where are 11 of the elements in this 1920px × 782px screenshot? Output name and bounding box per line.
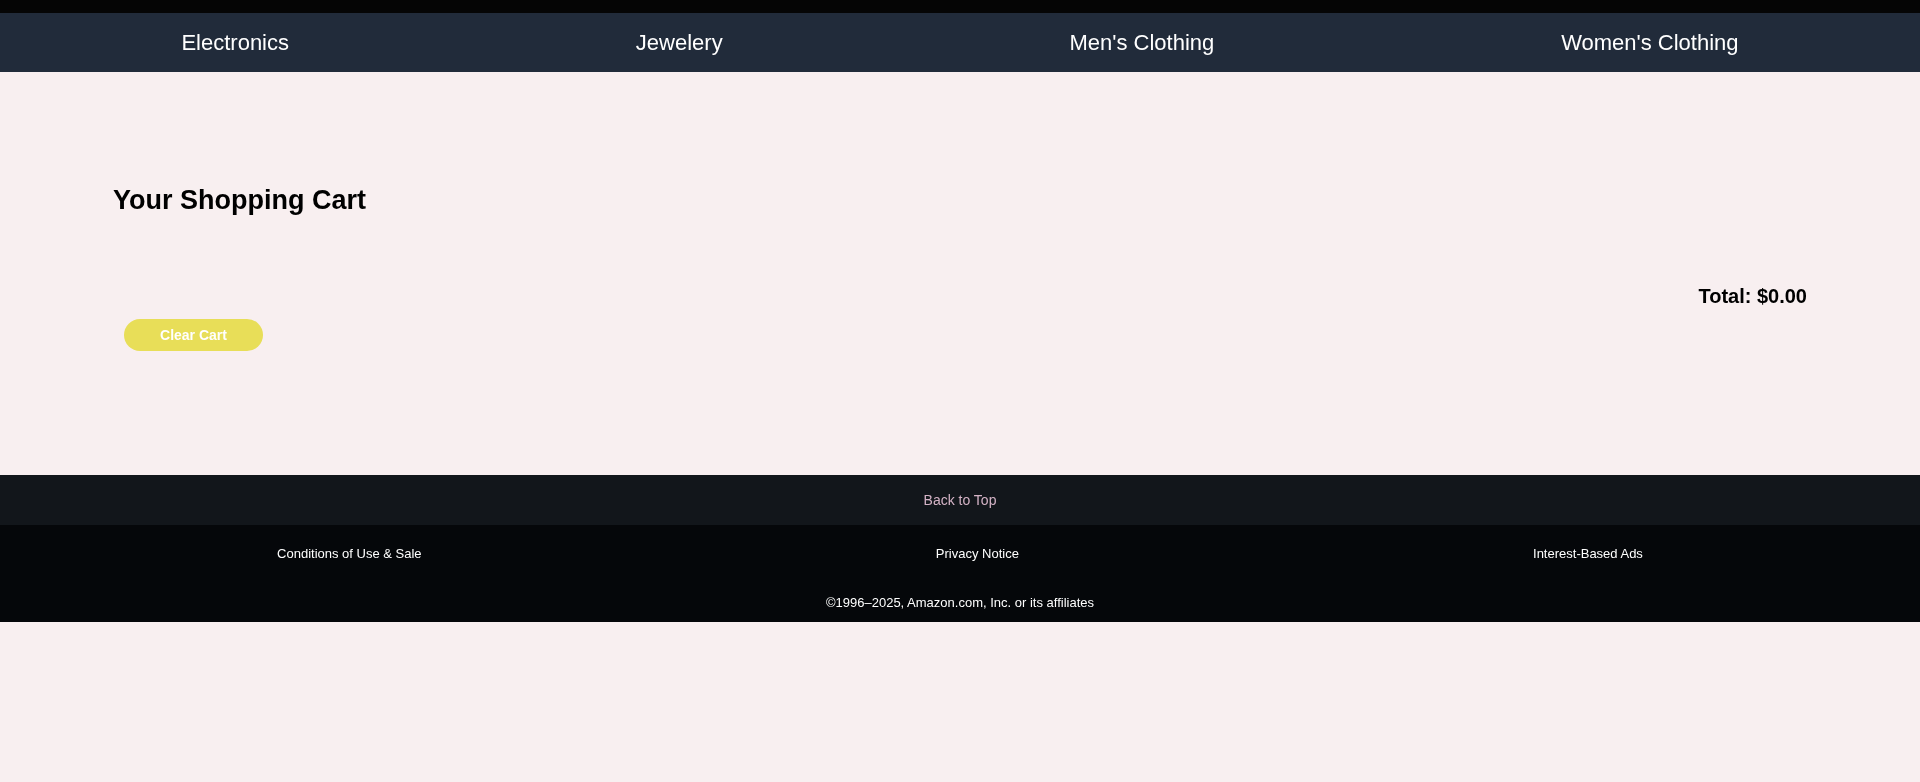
cart-heading: Your Shopping Cart <box>113 184 366 216</box>
category-link[interactable]: Men's Clothing <box>1069 31 1215 54</box>
cart-total: Total: $0.00 <box>1698 284 1807 308</box>
category-link[interactable]: Electronics <box>181 31 289 54</box>
footer-link[interactable]: Conditions of Use & Sale <box>277 546 422 560</box>
footer-link[interactable]: Privacy Notice <box>935 546 1019 560</box>
category-link[interactable]: Women's Clothing <box>1561 31 1739 54</box>
back-to-top-link[interactable]: Back to Top <box>923 493 997 507</box>
category-link[interactable]: Jewelery <box>635 31 723 54</box>
copyright-text: ©1996–2025, Amazon.com, Inc. or its affiliates <box>825 596 1094 609</box>
footer-link[interactable]: Interest-Based Ads <box>1533 546 1643 560</box>
